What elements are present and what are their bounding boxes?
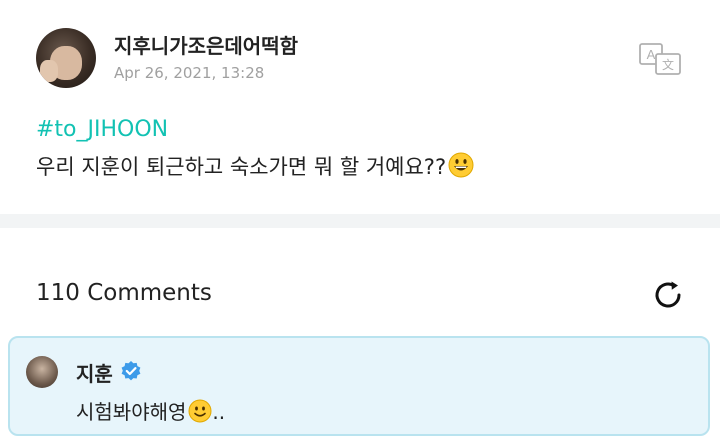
verified-badge-icon [121,361,141,381]
slightly-smiling-face-emoji [188,399,212,423]
comment-text: 시험봐야해영 .. [76,396,225,425]
post-text-content: 우리 지훈이 퇴근하고 숙소가면 뭐 할 거예요?? [36,155,447,179]
svg-text:A: A [647,47,656,62]
comments-count: 110 Comments [36,280,212,306]
comment-text-content: 시험봐야해영 [76,400,187,424]
comment-text-suffix: .. [212,400,226,424]
post-card: 지후니가조은데어떡함 Apr 26, 2021, 13:28 A 文 #to_J… [0,0,720,214]
translate-icon[interactable]: A 文 [638,42,684,76]
author-name[interactable]: 지후니가조은데어떡함 [114,30,298,59]
section-divider [0,214,720,228]
post-hashtag[interactable]: #to_JIHOON [36,117,168,142]
grinning-face-emoji [448,152,474,178]
post-text: 우리 지훈이 퇴근하고 숙소가면 뭐 할 거예요?? [36,151,474,181]
post-timestamp: Apr 26, 2021, 13:28 [114,64,265,82]
svg-text:文: 文 [662,57,674,72]
author-avatar[interactable] [36,28,96,88]
comment-item[interactable]: 지훈 시험봐야해영 .. [8,336,710,436]
comment-author[interactable]: 지훈 [76,358,113,387]
comment-avatar[interactable] [26,356,58,388]
refresh-icon[interactable] [650,277,686,313]
